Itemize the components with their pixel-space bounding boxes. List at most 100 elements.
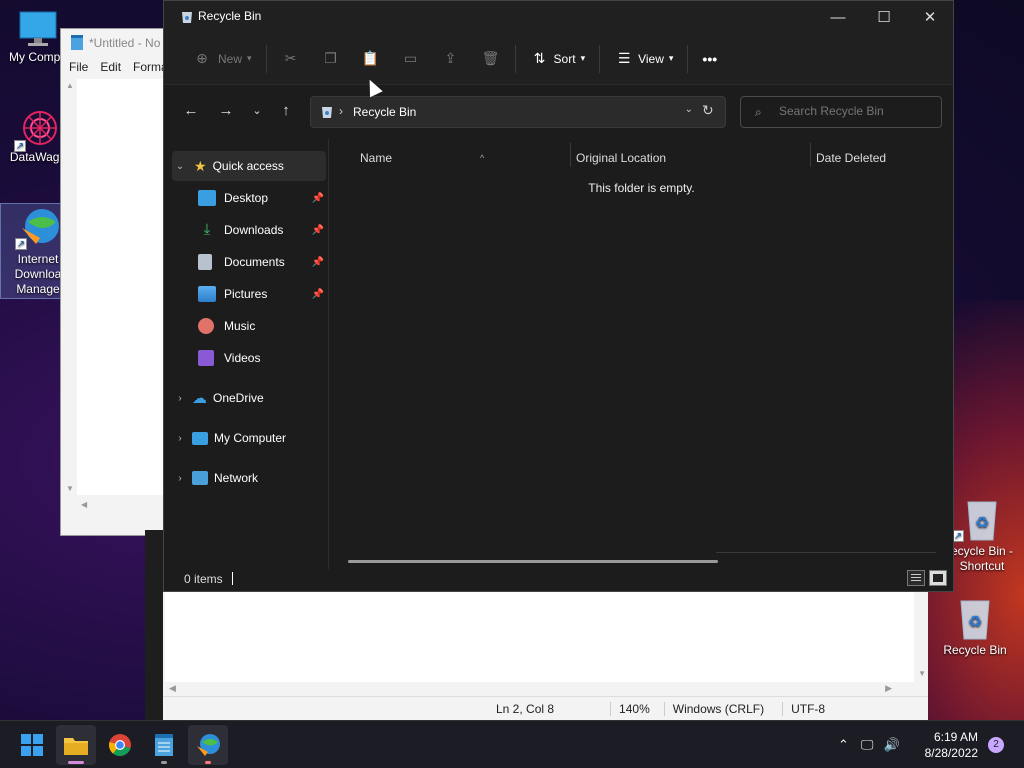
vertical-scrollbar[interactable]: ▲ ▼ (63, 79, 77, 495)
scroll-left-icon[interactable]: ◀ (81, 500, 87, 509)
taskbar-internet-download-manager[interactable] (188, 725, 228, 765)
notepad-window-back[interactable]: *Untitled - No File Edit Forma ▲ ▼ ◀ (60, 28, 170, 536)
details-view-button[interactable] (907, 570, 925, 586)
pin-icon[interactable]: 📌 (312, 257, 324, 268)
taskbar-notepad[interactable] (144, 725, 184, 765)
address-dropdown-icon[interactable]: ⌄ (685, 104, 693, 115)
notepad-text-area[interactable] (165, 591, 914, 682)
notepad-window-front[interactable]: ▼ ◀ ▶ Ln 2, Col 8 140% Windows (CRLF) UT… (163, 585, 928, 720)
scroll-down-icon[interactable]: ▼ (66, 484, 74, 493)
sidebar-item-music[interactable]: Music (172, 311, 326, 341)
delete-button[interactable]: 🗑 (471, 43, 511, 75)
minimize-button[interactable]: — (815, 1, 861, 33)
file-list[interactable]: Name ^ Original Location Date Deleted Th… (330, 139, 953, 569)
monitor-icon (192, 431, 208, 445)
details-view-icon (911, 574, 921, 575)
rename-button[interactable]: ▭ (391, 43, 431, 75)
music-icon (198, 318, 214, 334)
back-button[interactable]: ← (180, 102, 202, 124)
horizontal-scrollbar-thumb[interactable] (348, 560, 718, 563)
pin-icon[interactable]: 📌 (312, 193, 324, 204)
svg-text:♻: ♻ (968, 614, 982, 631)
more-options-icon: ••• (702, 50, 718, 67)
address-bar[interactable]: › Recycle Bin ⌄ (310, 96, 726, 128)
taskbar-clock[interactable]: 6:19 AM 8/28/2022 (925, 729, 978, 761)
copy-button[interactable]: ❐ (311, 43, 351, 75)
sort-button[interactable]: ⇅ Sort ▾ (520, 43, 596, 75)
pin-icon[interactable]: 📌 (312, 225, 324, 236)
maximize-button[interactable]: ☐ (861, 1, 907, 33)
scroll-down-icon[interactable]: ▼ (918, 669, 926, 678)
close-button[interactable]: ✕ (907, 1, 953, 33)
more-options-button[interactable]: ••• (692, 43, 727, 75)
column-header-original-location[interactable]: Original Location (570, 145, 808, 171)
sidebar-item-network[interactable]: › Network (172, 463, 326, 493)
search-box[interactable]: ⌕ (740, 96, 942, 128)
folder-icon (64, 738, 88, 755)
forward-button[interactable]: → (215, 102, 237, 124)
explorer-window[interactable]: Recycle Bin — ☐ ✕ ⊕ New ▾ ✂ ❐ 📋 ▭ ⇪ 🗑 ⇅ … (163, 0, 954, 592)
notification-badge[interactable]: 2 (988, 737, 1004, 753)
recycle-bin-icon (322, 107, 332, 118)
sidebar-item-desktop[interactable]: Desktop 📌 (172, 183, 326, 213)
recent-locations-button[interactable]: ⌄ (246, 104, 268, 126)
scroll-right-icon[interactable]: ▶ (885, 683, 892, 694)
up-button[interactable]: ↑ (275, 102, 297, 124)
search-icon: ⌕ (755, 105, 762, 119)
taskbar-chrome[interactable] (100, 725, 140, 765)
chevron-down-icon: ▾ (580, 53, 586, 63)
view-lines-icon: ☰ (617, 50, 631, 66)
sidebar-item-label: Quick access (212, 159, 284, 173)
menu-file[interactable]: File (69, 57, 88, 77)
notepad-title-bar[interactable]: *Untitled - No (61, 29, 169, 57)
column-header-date-deleted[interactable]: Date Deleted (810, 145, 950, 171)
sidebar-item-videos[interactable]: Videos (172, 343, 326, 373)
toolbar-divider (265, 44, 267, 73)
notepad-icon (155, 734, 173, 756)
sidebar-item-quick-access[interactable]: ⌄ ★ Quick access (172, 151, 326, 181)
pin-icon[interactable]: 📌 (312, 289, 324, 300)
sidebar-item-pictures[interactable]: Pictures 📌 (172, 279, 326, 309)
refresh-button[interactable]: ↻ (702, 102, 714, 119)
sidebar-item-onedrive[interactable]: › ☁ OneDrive (172, 383, 326, 413)
sidebar-item-label: Desktop (224, 191, 269, 205)
navigation-bar: ← → ⌄ ↑ › Recycle Bin ⌄ ↻ ⌕ (164, 85, 953, 139)
sidebar-item-documents[interactable]: Documents 📌 (172, 247, 326, 277)
share-button[interactable]: ⇪ (431, 43, 471, 75)
download-arrow-icon: ⤓ (203, 221, 211, 238)
sort-ascending-icon: ^ (480, 153, 485, 163)
shortcut-arrow-icon: ↗ (14, 140, 26, 152)
paste-button[interactable]: 📋 (351, 43, 391, 75)
notepad-text-area[interactable] (77, 79, 169, 495)
system-tray: ⌃ 🖵 🔊 (838, 721, 900, 768)
sort-arrows-icon: ⇅ (533, 50, 546, 66)
sidebar-item-downloads[interactable]: ⤓ Downloads 📌 (172, 215, 326, 245)
horizontal-scrollbar[interactable]: ◀ ▶ (165, 682, 914, 696)
start-button[interactable] (12, 725, 52, 765)
taskbar-file-explorer[interactable] (56, 725, 96, 765)
new-button[interactable]: ⊕ New ▾ (182, 43, 262, 75)
large-icons-view-button[interactable] (929, 570, 947, 586)
sidebar-item-my-computer[interactable]: › My Computer (172, 423, 326, 453)
horizontal-scrollbar-track (716, 552, 936, 553)
network-status-icon[interactable]: 🖵 (861, 737, 874, 753)
search-input[interactable] (779, 104, 929, 118)
view-button[interactable]: ☰ View ▾ (604, 43, 683, 75)
scroll-up-icon[interactable]: ▲ (66, 81, 74, 90)
background-window-edge (145, 530, 165, 720)
explorer-title-bar[interactable]: Recycle Bin — ☐ ✕ (164, 1, 953, 33)
clock-date: 8/28/2022 (924, 746, 978, 760)
column-header-name[interactable]: Name ^ (354, 145, 564, 171)
document-icon (198, 254, 212, 270)
breadcrumb-recycle-bin[interactable]: Recycle Bin (353, 105, 416, 119)
menu-edit[interactable]: Edit (100, 57, 121, 77)
volume-icon[interactable]: 🔊 (883, 737, 899, 753)
notepad-icon (71, 35, 83, 50)
line-ending: Windows (CRLF) (663, 701, 764, 716)
scroll-left-icon[interactable]: ◀ (169, 683, 176, 694)
cut-button[interactable]: ✂ (271, 43, 311, 75)
sidebar-item-label: Documents (224, 255, 285, 269)
desktop-icon-recycle-bin[interactable]: ♻ Recycle Bin (940, 597, 1010, 658)
view-label: View (638, 51, 664, 66)
show-hidden-icons-chevron-icon[interactable]: ⌃ (838, 737, 849, 753)
